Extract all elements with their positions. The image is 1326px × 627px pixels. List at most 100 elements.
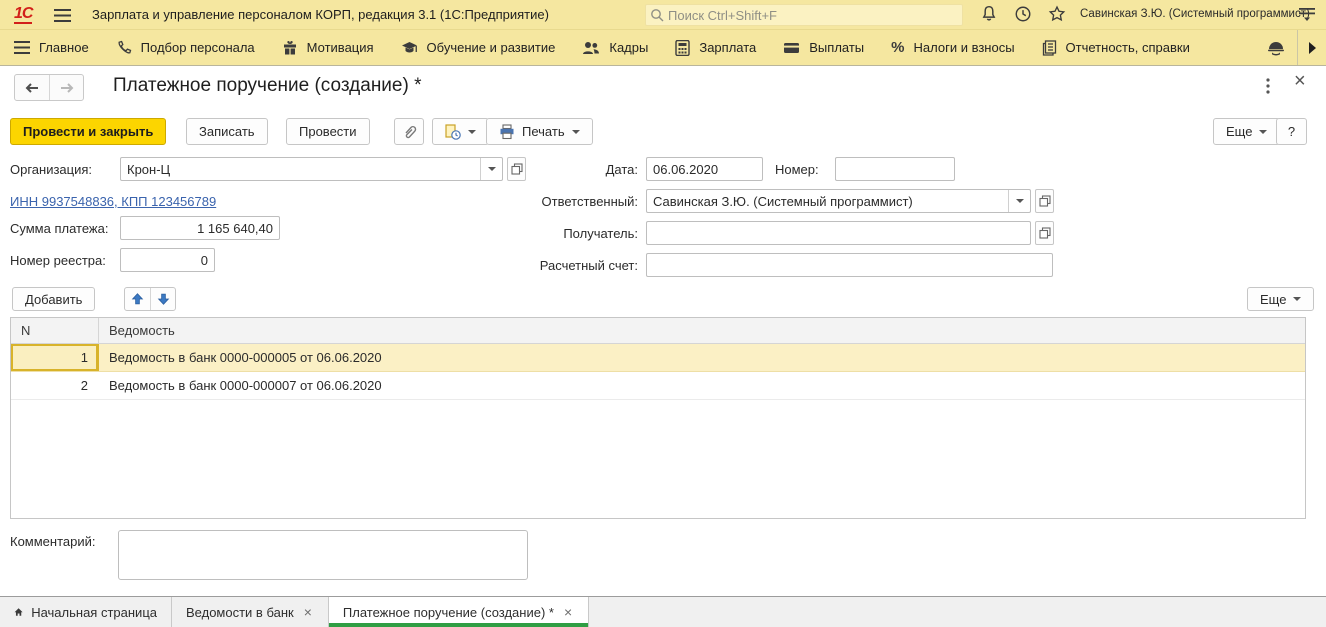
current-user[interactable]: Савинская З.Ю. (Системный программист)	[1080, 8, 1310, 20]
tab-statements[interactable]: Ведомости в банк ×	[172, 597, 329, 627]
favorites-star-icon[interactable]	[1046, 5, 1068, 27]
sum-input[interactable]	[120, 216, 280, 240]
gift-icon	[283, 40, 296, 54]
sum-label: Сумма платежа:	[10, 221, 109, 236]
statements-table: N Ведомость 1 Ведомость в банк 0000-0000…	[10, 317, 1306, 519]
responsible-dropdown-icon[interactable]	[1008, 190, 1030, 212]
open-windows-tabbar: Начальная страница Ведомости в банк × Пл…	[0, 596, 1326, 627]
paperclip-icon	[404, 125, 416, 138]
phone-icon	[118, 40, 131, 53]
document-clock-icon	[445, 123, 461, 140]
home-icon	[14, 608, 23, 616]
recipient-label: Получатель:	[563, 226, 638, 241]
comment-label: Комментарий:	[10, 534, 96, 549]
global-search	[645, 4, 963, 26]
tab-payment-order[interactable]: Платежное поручение (создание) * ×	[328, 597, 590, 627]
responsible-label: Ответственный:	[541, 194, 638, 209]
section-podbor-personala[interactable]: Подбор персонала	[116, 40, 255, 56]
write-button[interactable]: Записать	[186, 118, 268, 145]
section-motivaciya[interactable]: Мотивация	[282, 40, 374, 56]
hamburger-icon	[14, 41, 30, 54]
chevron-down-icon	[1259, 129, 1268, 134]
top-bar: 1С Зарплата и управление персоналом КОРП…	[0, 0, 1326, 30]
sections-menu: Главное Подбор персонала Мотивация Обуче…	[0, 30, 1326, 66]
section-otchetnost[interactable]: Отчетность, справки	[1042, 39, 1190, 56]
choose-icon	[1038, 227, 1051, 239]
page-title: Платежное поручение (создание) *	[113, 75, 422, 96]
move-up-button[interactable]	[125, 288, 150, 310]
org-combo	[120, 157, 503, 181]
post-button[interactable]: Провести	[286, 118, 370, 145]
calculator-icon	[675, 39, 691, 56]
table-row[interactable]: 2 Ведомость в банк 0000-000007 от 06.06.…	[11, 372, 1305, 400]
chevron-down-icon	[1293, 297, 1302, 301]
graduation-icon	[401, 41, 417, 52]
post-and-close-button[interactable]: Провести и закрыть	[10, 118, 167, 145]
section-nalogi[interactable]: % Налоги и взносы	[891, 39, 1014, 56]
form-more-button[interactable]: Еще	[1213, 118, 1281, 145]
inn-kpp-link[interactable]: ИНН 9937548836, КПП 123456789	[10, 194, 216, 209]
section-vyplaty[interactable]: Выплаты	[783, 40, 864, 55]
people-icon	[583, 41, 600, 54]
responsible-choose-button[interactable]	[1035, 189, 1054, 213]
recipient-choose-button[interactable]	[1035, 221, 1054, 245]
date-label: Дата:	[605, 162, 638, 177]
date-field	[646, 157, 849, 181]
section-kadry[interactable]: Кадры	[582, 40, 648, 56]
more-sections-arrow-icon[interactable]	[1298, 30, 1326, 65]
responsible-combo	[646, 189, 1031, 213]
forward-arrow-icon	[60, 82, 73, 93]
search-input[interactable]	[668, 5, 958, 25]
responsible-input[interactable]	[647, 190, 1008, 212]
close-form-icon[interactable]: ×	[1294, 70, 1306, 93]
1c-logo[interactable]: 1С	[14, 5, 33, 24]
main-menu-icon[interactable]	[54, 7, 71, 23]
wallet-icon	[784, 42, 800, 53]
chevron-down-icon	[571, 129, 580, 134]
help-button[interactable]: ?	[1276, 118, 1307, 145]
tab-home[interactable]: Начальная страница	[0, 597, 172, 627]
col-n-header[interactable]: N	[11, 318, 99, 343]
notifications-bell-icon[interactable]	[978, 5, 1000, 27]
print-dropdown-button[interactable]: Печать	[486, 118, 593, 145]
row-number-cell[interactable]: 2	[11, 372, 99, 399]
reminder-dropdown-button[interactable]	[432, 118, 489, 145]
history-clock-icon[interactable]	[1012, 5, 1034, 27]
section-obuchenie[interactable]: Обучение и развитие	[401, 40, 555, 56]
move-down-button[interactable]	[150, 288, 175, 310]
row-statement-cell[interactable]: Ведомость в банк 0000-000007 от 06.06.20…	[99, 378, 1305, 393]
printer-icon	[500, 123, 514, 139]
table-row[interactable]: 1 Ведомость в банк 0000-000005 от 06.06.…	[11, 344, 1305, 372]
table-header: N Ведомость	[11, 318, 1305, 344]
tab-close-icon[interactable]: ×	[562, 604, 574, 620]
section-glavnoe[interactable]: Главное	[14, 40, 89, 55]
tab-close-icon[interactable]: ×	[302, 604, 314, 620]
recipient-input[interactable]	[646, 221, 1031, 245]
table-more-button[interactable]: Еще	[1247, 287, 1315, 311]
account-label: Расчетный счет:	[539, 258, 638, 273]
helmet-icon[interactable]	[1255, 30, 1297, 65]
search-icon	[651, 9, 664, 22]
back-button[interactable]	[15, 75, 49, 100]
arrow-up-icon	[131, 293, 144, 305]
arrow-down-icon	[157, 293, 169, 305]
registry-label: Номер реестра:	[10, 253, 106, 268]
choose-icon	[1038, 195, 1051, 207]
row-statement-cell[interactable]: Ведомость в банк 0000-000005 от 06.06.20…	[99, 350, 1305, 365]
user-menu-icon[interactable]	[1298, 7, 1316, 26]
back-arrow-icon	[25, 82, 38, 93]
attachments-button[interactable]	[394, 118, 424, 145]
history-nav	[14, 74, 84, 101]
row-number-cell[interactable]: 1	[11, 344, 99, 371]
comment-input[interactable]	[118, 530, 528, 580]
org-input[interactable]	[121, 158, 480, 180]
kebab-menu-icon[interactable]	[1266, 78, 1270, 97]
col-statement-header[interactable]: Ведомость	[99, 323, 1305, 338]
number-input[interactable]	[835, 157, 955, 181]
move-row-buttons	[124, 287, 176, 311]
section-zarplata[interactable]: Зарплата	[675, 39, 756, 56]
account-input[interactable]	[646, 253, 1053, 277]
add-row-button[interactable]: Добавить	[12, 287, 96, 311]
forward-button[interactable]	[49, 75, 83, 100]
registry-input[interactable]	[120, 248, 215, 272]
